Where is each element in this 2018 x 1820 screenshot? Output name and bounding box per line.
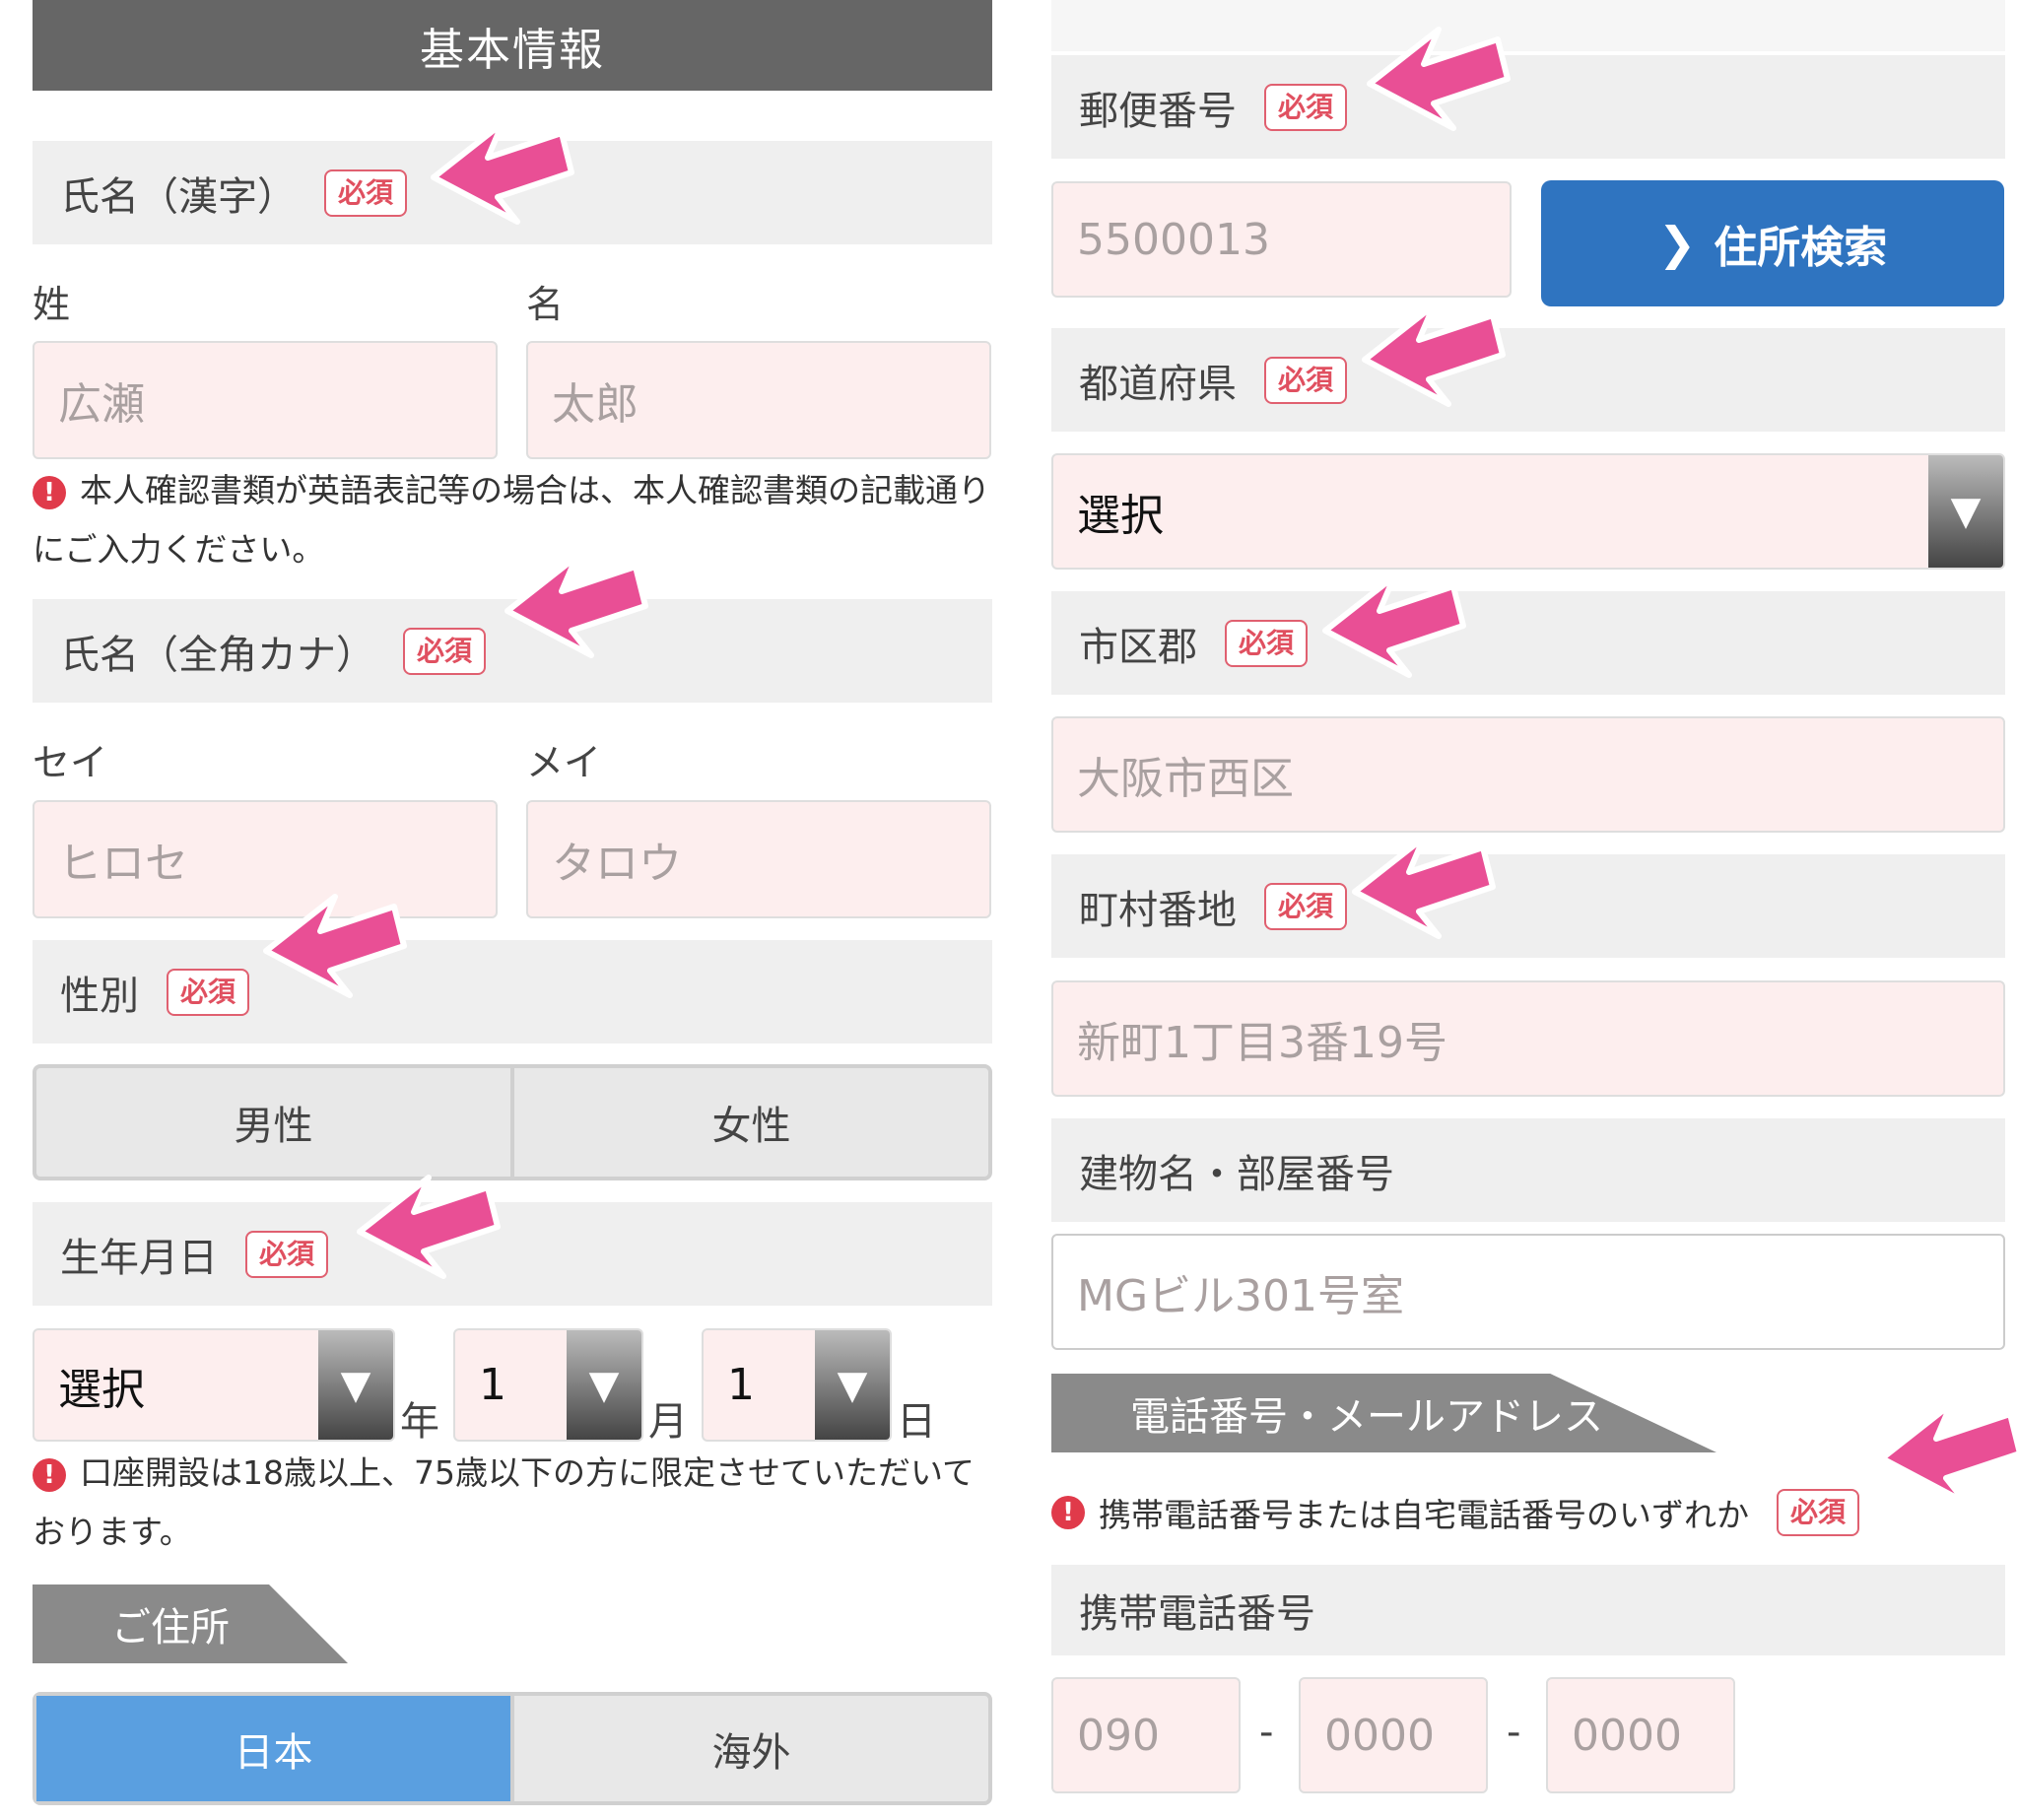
dropdown-arrow-icon: ▼ [815, 1330, 890, 1440]
year-unit: 年 [400, 1399, 439, 1445]
country-japan-option[interactable]: 日本 [36, 1696, 510, 1801]
dropdown-arrow-icon: ▼ [318, 1330, 393, 1440]
building-input[interactable]: MGビル301号室 [1051, 1234, 2005, 1350]
name-note-text: 本人確認書類が英語表記等の場合は、本人確認書類の記載通りにご入力ください。 [33, 471, 990, 569]
country-toggle: 日本 海外 [33, 1692, 992, 1805]
gender-toggle: 男性 女性 [33, 1064, 992, 1180]
section-header-basic-info: 基本情報 [33, 0, 992, 91]
prefecture-label-bar: 都道府県 必須 [1051, 328, 2005, 432]
chevron-right-icon: ❯ [1657, 217, 1697, 270]
address-search-label: 住所検索 [1714, 223, 1888, 273]
required-badge: 必須 [1264, 356, 1348, 404]
mei-label: 名 [526, 283, 565, 326]
first-name-kanji-input[interactable]: 太郎 [526, 341, 991, 459]
sei-label: 姓 [33, 283, 71, 326]
birth-month-value: 1 [479, 1360, 506, 1410]
street-input[interactable]: 新町1丁目3番19号 [1051, 980, 2005, 1097]
gender-male-option[interactable]: 男性 [36, 1068, 510, 1177]
building-label: 建物名・部屋番号 [1079, 1151, 1394, 1197]
dropdown-arrow-icon: ▼ [567, 1330, 641, 1440]
phone-note-text: 携帯電話番号または自宅電話番号のいずれか [1099, 1496, 1749, 1534]
mobile-part1-input[interactable]: 090 [1051, 1677, 1241, 1793]
name-kana-label-bar: 氏名（全角カナ） 必須 [33, 599, 992, 703]
warning-icon: ! [33, 1457, 66, 1492]
required-badge: 必須 [1777, 1489, 1860, 1536]
age-note-text: 口座開設は18歳以上、75歳以下の方に限定させていただいております。 [33, 1453, 975, 1551]
city-label-bar: 市区郡 必須 [1051, 591, 2005, 695]
birth-year-value: 選択 [58, 1364, 145, 1415]
country-overseas-option[interactable]: 海外 [510, 1696, 988, 1801]
mobile-separator: - [1507, 1710, 1521, 1755]
name-kana-label: 氏名（全角カナ） [60, 632, 375, 678]
street-label-bar: 町村番地 必須 [1051, 854, 2005, 958]
last-name-kanji-input[interactable]: 広瀬 [33, 341, 498, 459]
required-badge: 必須 [1264, 83, 1348, 131]
birthdate-label: 生年月日 [60, 1235, 218, 1281]
required-badge: 必須 [403, 627, 487, 675]
required-badge: 必須 [1225, 619, 1309, 667]
mobile-part2-input[interactable]: 0000 [1299, 1677, 1488, 1793]
address-search-button[interactable]: ❯ 住所検索 [1541, 180, 2004, 306]
warning-icon: ! [1051, 1496, 1085, 1529]
address-section-tab: ご住所 [33, 1584, 348, 1663]
first-name-kana-input[interactable]: タロウ [526, 800, 991, 918]
building-label-bar: 建物名・部屋番号 [1051, 1118, 2005, 1222]
street-label: 町村番地 [1079, 887, 1237, 933]
top-spacer [1051, 0, 2005, 51]
birth-day-value: 1 [727, 1360, 755, 1410]
mei-kana-label: メイ [526, 741, 602, 784]
warning-icon: ! [33, 475, 66, 509]
required-badge: 必須 [324, 169, 408, 217]
prefecture-select[interactable]: 選択 ▼ [1051, 453, 2005, 570]
birthdate-label-bar: 生年月日 必須 [33, 1202, 992, 1306]
mobile-label: 携帯電話番号 [1079, 1591, 1315, 1637]
postal-code-input[interactable]: 5500013 [1051, 181, 1512, 298]
postal-label: 郵便番号 [1079, 88, 1237, 134]
gender-label-bar: 性別 必須 [33, 940, 992, 1044]
sei-kana-label: セイ [33, 741, 108, 784]
city-input[interactable]: 大阪市西区 [1051, 716, 2005, 833]
required-badge: 必須 [167, 968, 250, 1016]
name-kanji-label-bar: 氏名（漢字） 必須 [33, 141, 992, 244]
prefecture-label: 都道府県 [1079, 361, 1237, 407]
required-badge: 必須 [245, 1230, 329, 1278]
postal-label-bar: 郵便番号 必須 [1051, 55, 2005, 159]
mobile-separator: - [1259, 1710, 1274, 1755]
birth-month-select[interactable]: 1 ▼ [453, 1328, 643, 1442]
contact-section-tab: 電話番号・メールアドレス [1051, 1374, 1716, 1452]
birth-day-select[interactable]: 1 ▼ [702, 1328, 892, 1442]
dropdown-arrow-icon: ▼ [1928, 455, 2003, 568]
name-note: ! 本人確認書類が英語表記等の場合は、本人確認書類の記載通りにご入力ください。 [33, 461, 998, 579]
birth-year-select[interactable]: 選択 ▼ [33, 1328, 395, 1442]
month-unit: 月 [648, 1399, 688, 1445]
day-unit: 日 [897, 1399, 936, 1445]
city-label: 市区郡 [1079, 624, 1197, 670]
age-note: ! 口座開設は18歳以上、75歳以下の方に限定させていただいております。 [33, 1444, 998, 1562]
mobile-part3-input[interactable]: 0000 [1546, 1677, 1735, 1793]
phone-note: ! 携帯電話番号または自宅電話番号のいずれか 必須 [1051, 1483, 2005, 1542]
gender-label: 性別 [60, 973, 139, 1019]
prefecture-value: 選択 [1077, 491, 1164, 541]
mobile-label-bar: 携帯電話番号 [1051, 1565, 2005, 1655]
required-badge: 必須 [1264, 882, 1348, 930]
last-name-kana-input[interactable]: ヒロセ [33, 800, 498, 918]
name-kanji-label: 氏名（漢字） [60, 173, 297, 220]
gender-female-option[interactable]: 女性 [510, 1068, 988, 1177]
